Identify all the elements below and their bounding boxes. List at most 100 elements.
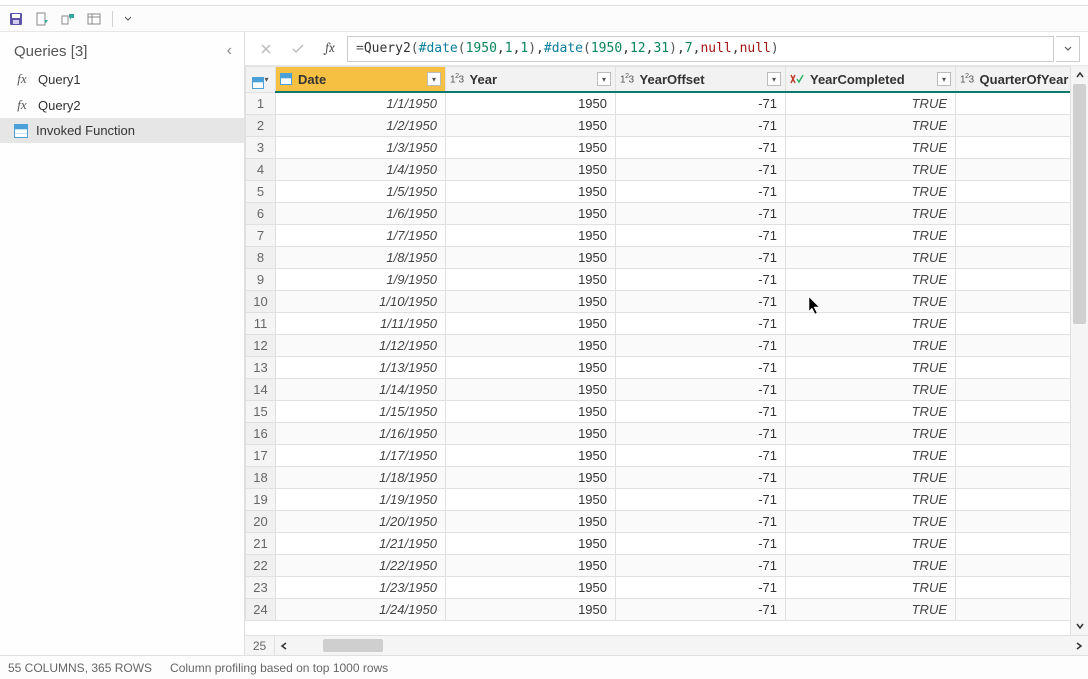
- row-number[interactable]: 16: [246, 422, 276, 444]
- column-header[interactable]: YearCompleted▾: [786, 67, 956, 93]
- cell[interactable]: TRUE: [786, 92, 956, 114]
- cell[interactable]: [956, 92, 1071, 114]
- cell[interactable]: TRUE: [786, 422, 956, 444]
- table-row[interactable]: 11/1/19501950-71TRUE: [246, 92, 1071, 114]
- table-row[interactable]: 81/8/19501950-71TRUE: [246, 246, 1071, 268]
- cell[interactable]: 1950: [446, 598, 616, 620]
- row-number[interactable]: 24: [246, 598, 276, 620]
- table-row[interactable]: 161/16/19501950-71TRUE: [246, 422, 1071, 444]
- cell[interactable]: TRUE: [786, 224, 956, 246]
- table-row[interactable]: 221/22/19501950-71TRUE: [246, 554, 1071, 576]
- cell[interactable]: -71: [616, 114, 786, 136]
- table-row[interactable]: 121/12/19501950-71TRUE: [246, 334, 1071, 356]
- cell[interactable]: -71: [616, 400, 786, 422]
- row-number[interactable]: 23: [246, 576, 276, 598]
- table-row[interactable]: 71/7/19501950-71TRUE: [246, 224, 1071, 246]
- table-row[interactable]: 111/11/19501950-71TRUE: [246, 312, 1071, 334]
- table-row[interactable]: 21/2/19501950-71TRUE: [246, 114, 1071, 136]
- scroll-right-icon[interactable]: [1070, 636, 1088, 655]
- table-row[interactable]: 41/4/19501950-71TRUE: [246, 158, 1071, 180]
- cell[interactable]: -71: [616, 92, 786, 114]
- cell[interactable]: -71: [616, 246, 786, 268]
- cell[interactable]: -71: [616, 466, 786, 488]
- row-number[interactable]: 18: [246, 466, 276, 488]
- cell[interactable]: [956, 466, 1071, 488]
- row-number[interactable]: 8: [246, 246, 276, 268]
- scroll-left-icon[interactable]: [275, 636, 293, 655]
- save-icon[interactable]: [8, 11, 24, 27]
- row-number[interactable]: 2: [246, 114, 276, 136]
- cell[interactable]: TRUE: [786, 532, 956, 554]
- scroll-down-icon[interactable]: [1071, 617, 1088, 635]
- cell[interactable]: [956, 268, 1071, 290]
- cell[interactable]: 1950: [446, 158, 616, 180]
- cell[interactable]: TRUE: [786, 510, 956, 532]
- cell[interactable]: TRUE: [786, 378, 956, 400]
- cell[interactable]: TRUE: [786, 356, 956, 378]
- cell[interactable]: -71: [616, 136, 786, 158]
- cell[interactable]: 1950: [446, 356, 616, 378]
- cell[interactable]: [956, 356, 1071, 378]
- table-row[interactable]: 171/17/19501950-71TRUE: [246, 444, 1071, 466]
- cell[interactable]: -71: [616, 180, 786, 202]
- cell[interactable]: TRUE: [786, 400, 956, 422]
- cell[interactable]: 1/7/1950: [276, 224, 446, 246]
- column-filter-icon[interactable]: ▾: [597, 72, 611, 86]
- row-number[interactable]: 4: [246, 158, 276, 180]
- cell[interactable]: [956, 576, 1071, 598]
- cell[interactable]: 1950: [446, 576, 616, 598]
- cell[interactable]: 1950: [446, 114, 616, 136]
- horizontal-scrollbar[interactable]: 25: [245, 635, 1088, 655]
- row-number[interactable]: 15: [246, 400, 276, 422]
- cell[interactable]: -71: [616, 554, 786, 576]
- table-row[interactable]: 211/21/19501950-71TRUE: [246, 532, 1071, 554]
- cell[interactable]: 1950: [446, 202, 616, 224]
- row-number[interactable]: 7: [246, 224, 276, 246]
- table-row[interactable]: 141/14/19501950-71TRUE: [246, 378, 1071, 400]
- query-item[interactable]: fxQuery1: [0, 66, 244, 92]
- cell[interactable]: TRUE: [786, 466, 956, 488]
- table-row[interactable]: 181/18/19501950-71TRUE: [246, 466, 1071, 488]
- cell[interactable]: [956, 312, 1071, 334]
- cell[interactable]: 1950: [446, 466, 616, 488]
- table-row[interactable]: 201/20/19501950-71TRUE: [246, 510, 1071, 532]
- formula-cancel-icon[interactable]: [251, 36, 281, 62]
- cell[interactable]: 1950: [446, 334, 616, 356]
- table-row[interactable]: 131/13/19501950-71TRUE: [246, 356, 1071, 378]
- row-number[interactable]: 12: [246, 334, 276, 356]
- cell[interactable]: 1/21/1950: [276, 532, 446, 554]
- qat-more-icon[interactable]: [123, 15, 133, 23]
- cell[interactable]: 1950: [446, 92, 616, 114]
- cell[interactable]: [956, 554, 1071, 576]
- cell[interactable]: 1/23/1950: [276, 576, 446, 598]
- cell[interactable]: 1950: [446, 290, 616, 312]
- cell[interactable]: TRUE: [786, 114, 956, 136]
- cell[interactable]: TRUE: [786, 202, 956, 224]
- column-header[interactable]: 123QuarterOfYear▾: [956, 67, 1071, 93]
- data-grid[interactable]: ▾Date▾123Year▾123YearOffset▾YearComplete…: [245, 66, 1070, 635]
- cell[interactable]: 1950: [446, 312, 616, 334]
- cell[interactable]: -71: [616, 158, 786, 180]
- column-filter-icon[interactable]: ▾: [427, 72, 441, 86]
- cell[interactable]: 1950: [446, 268, 616, 290]
- cell[interactable]: [956, 224, 1071, 246]
- row-number[interactable]: 22: [246, 554, 276, 576]
- cell[interactable]: [956, 488, 1071, 510]
- row-number[interactable]: 6: [246, 202, 276, 224]
- cell[interactable]: 1/22/1950: [276, 554, 446, 576]
- cell[interactable]: TRUE: [786, 268, 956, 290]
- cell[interactable]: 1950: [446, 224, 616, 246]
- cell[interactable]: -71: [616, 312, 786, 334]
- cell[interactable]: 1/24/1950: [276, 598, 446, 620]
- cell[interactable]: -71: [616, 202, 786, 224]
- cell[interactable]: 1/17/1950: [276, 444, 446, 466]
- row-number[interactable]: 20: [246, 510, 276, 532]
- scroll-up-icon[interactable]: [1071, 66, 1088, 84]
- cell[interactable]: 1/1/1950: [276, 92, 446, 114]
- cell[interactable]: 1950: [446, 422, 616, 444]
- recent-sources-icon[interactable]: [86, 11, 102, 27]
- cell[interactable]: 1/13/1950: [276, 356, 446, 378]
- cell[interactable]: 1/11/1950: [276, 312, 446, 334]
- cell[interactable]: [956, 532, 1071, 554]
- cell[interactable]: TRUE: [786, 444, 956, 466]
